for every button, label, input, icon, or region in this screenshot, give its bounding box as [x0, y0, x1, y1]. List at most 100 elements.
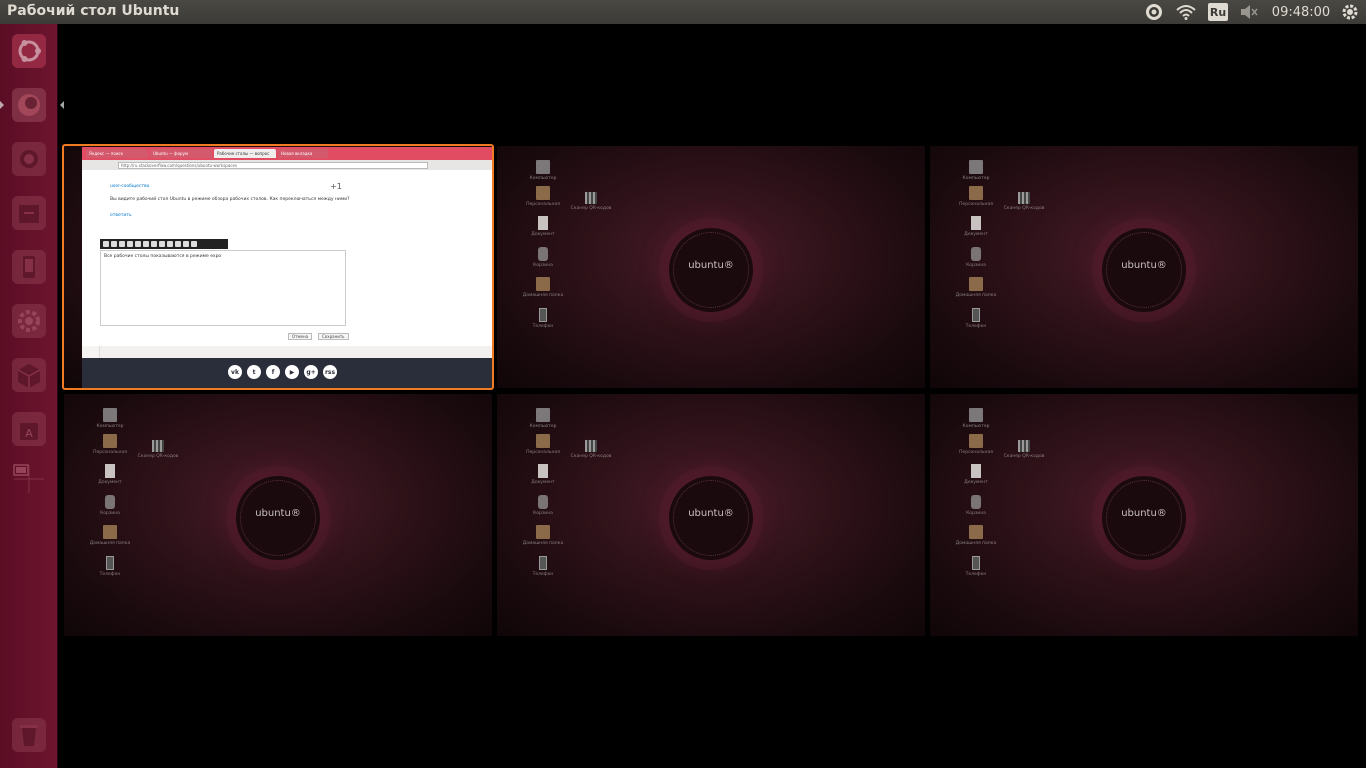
desktop-icon-qr[interactable]: Сканер QR-кодов [569, 440, 613, 459]
desktop-icon[interactable]: Персональная [521, 434, 565, 455]
wallpaper-circle: ubuntu® [1102, 476, 1186, 560]
desktop-icon[interactable]: Компьютер [521, 160, 565, 181]
vk-icon[interactable]: vk [228, 365, 242, 379]
answer-editor[interactable]: Все рабочие столы показываются в режиме … [100, 250, 346, 326]
desktop-icon[interactable]: Корзина [954, 247, 998, 268]
code-icon[interactable] [151, 241, 157, 247]
phone-icon [12, 250, 46, 284]
bold-icon[interactable] [103, 241, 109, 247]
firefox-launcher[interactable] [0, 82, 64, 128]
workspace-switcher-launcher[interactable] [6, 456, 52, 502]
facebook-icon[interactable]: f [266, 365, 280, 379]
strike-icon[interactable] [119, 241, 125, 247]
desktop-icon[interactable]: Корзина [88, 495, 132, 516]
sound-indicator[interactable] [1238, 0, 1260, 24]
browser-window[interactable]: Яндекс — поиск Ubuntu — форум Рабочие ст… [82, 147, 492, 388]
desktop-icon-qr[interactable]: Сканер QR-кодов [1002, 440, 1046, 459]
image-icon[interactable] [143, 241, 149, 247]
muted-speaker-icon [1241, 5, 1258, 19]
workspace-3[interactable]: Компьютер Персональная Документ Корзина Дома… [930, 146, 1358, 388]
browser-tab[interactable]: Ubuntu — форум [150, 149, 212, 158]
desktop-icon[interactable]: Персональная [954, 434, 998, 455]
keyboard-layout-indicator[interactable]: Ru [1207, 0, 1229, 24]
desktop-icon[interactable]: Телефон [954, 308, 998, 329]
redo-icon[interactable] [175, 241, 181, 247]
browser-tab-active[interactable]: Рабочие столы — вопрос [214, 149, 276, 158]
browser-tab[interactable]: Новая вкладка [278, 149, 328, 158]
desktop-icon-label: Компьютер [529, 424, 557, 429]
desktop-icon[interactable]: Персональная [521, 186, 565, 207]
clock[interactable]: 09:48:00 [1269, 0, 1333, 24]
phone-launcher[interactable] [6, 244, 52, 290]
url-bar[interactable]: http://ru.stackoverflow.com/questions/ub… [118, 161, 428, 169]
file-cabinet-icon [12, 196, 46, 230]
cancel-button[interactable]: Отмена [288, 333, 313, 340]
desktop-icon-label: Сканер QR-кодов [570, 454, 612, 459]
workspace-4[interactable]: Компьютер Персональная Документ Корзина Дома… [64, 394, 492, 636]
desktop-icon[interactable]: Документ [954, 464, 998, 485]
desktop-icon[interactable]: Корзина [954, 495, 998, 516]
preview-icon[interactable] [191, 241, 197, 247]
reply-link[interactable]: ответить [110, 213, 132, 218]
vote-count[interactable]: +1 [330, 182, 342, 191]
desktop-icon-label: Компьютер [529, 176, 557, 181]
quote-icon[interactable] [159, 241, 165, 247]
workspace-2[interactable]: Компьютер Персональная Документ Корзина Дома… [497, 146, 925, 388]
ubuntu-one-indicator[interactable] [1144, 0, 1164, 24]
desktop-icon[interactable]: Персональная [954, 186, 998, 207]
desktop-icon[interactable]: Телефон [521, 308, 565, 329]
rss-icon[interactable]: rss [323, 365, 337, 379]
desktop-icon[interactable]: Домашняя папка [954, 277, 998, 298]
session-indicator[interactable] [1339, 0, 1361, 24]
computer-icon [536, 160, 550, 174]
desktop-icon[interactable]: Телефон [521, 556, 565, 577]
italic-icon[interactable] [111, 241, 117, 247]
help-icon[interactable] [183, 241, 189, 247]
desktop-icon[interactable]: Компьютер [88, 408, 132, 429]
googleplus-icon[interactable]: g+ [304, 365, 318, 379]
save-button[interactable]: Сохранить [318, 333, 349, 340]
network-indicator[interactable] [1175, 0, 1197, 24]
dash-home-button[interactable] [6, 28, 52, 74]
desktop-icon[interactable]: Домашняя папка [954, 525, 998, 546]
desktop-icon[interactable]: Компьютер [954, 408, 998, 429]
desktop-icon[interactable]: Документ [521, 464, 565, 485]
undo-icon[interactable] [167, 241, 173, 247]
desktop-icon[interactable]: Телефон [88, 556, 132, 577]
comment-author[interactable]: user-сообщество [110, 184, 149, 189]
workspace-6[interactable]: Компьютер Персональная Документ Корзина Дома… [930, 394, 1358, 636]
desktop-icon[interactable]: Компьютер [521, 408, 565, 429]
desktop-icon-label: Документ [964, 480, 988, 485]
desktop-icon[interactable]: Домашняя папка [88, 525, 132, 546]
list-icon[interactable] [127, 241, 133, 247]
camera-launcher[interactable] [6, 136, 52, 182]
desktop-icon[interactable]: Корзина [521, 495, 565, 516]
desktop-icon-label: Корзина [966, 263, 986, 268]
desktop-icon[interactable]: Документ [88, 464, 132, 485]
software-center-launcher[interactable]: A [6, 406, 52, 452]
desktop-icon[interactable]: Домашняя папка [521, 277, 565, 298]
box-launcher[interactable] [6, 352, 52, 398]
trash-launcher[interactable] [6, 712, 52, 758]
desktop-icon[interactable]: Персональная [88, 434, 132, 455]
desktop-icon-qr[interactable]: Сканер QR-кодов [1002, 192, 1046, 211]
browser-tab[interactable]: Яндекс — поиск [86, 149, 148, 158]
desktop-icon[interactable]: Телефон [954, 556, 998, 577]
youtube-icon[interactable]: ▶ [285, 365, 299, 379]
workspace-5[interactable]: Компьютер Персональная Документ Корзина Дома… [497, 394, 925, 636]
desktop-icon[interactable]: Корзина [521, 247, 565, 268]
desktop-icon[interactable]: Домашняя папка [521, 525, 565, 546]
settings-launcher[interactable] [6, 298, 52, 344]
desktop-icon[interactable]: Документ [954, 216, 998, 237]
desktop-icon-qr[interactable]: Сканер QR-кодов [569, 192, 613, 211]
document-icon [538, 464, 548, 478]
link-icon[interactable] [135, 241, 141, 247]
workspace-1[interactable]: Яндекс — поиск Ubuntu — форум Рабочие ст… [64, 146, 492, 388]
files-launcher[interactable] [6, 190, 52, 236]
desktop-icon[interactable]: Документ [521, 216, 565, 237]
desktop-icon-label: Сканер QR-кодов [1003, 206, 1045, 211]
desktop-icon[interactable]: Компьютер [954, 160, 998, 181]
desktop-icon-label: Персональная [959, 202, 993, 207]
twitter-icon[interactable]: t [247, 365, 261, 379]
desktop-icon-qr[interactable]: Сканер QR-кодов [136, 440, 180, 459]
